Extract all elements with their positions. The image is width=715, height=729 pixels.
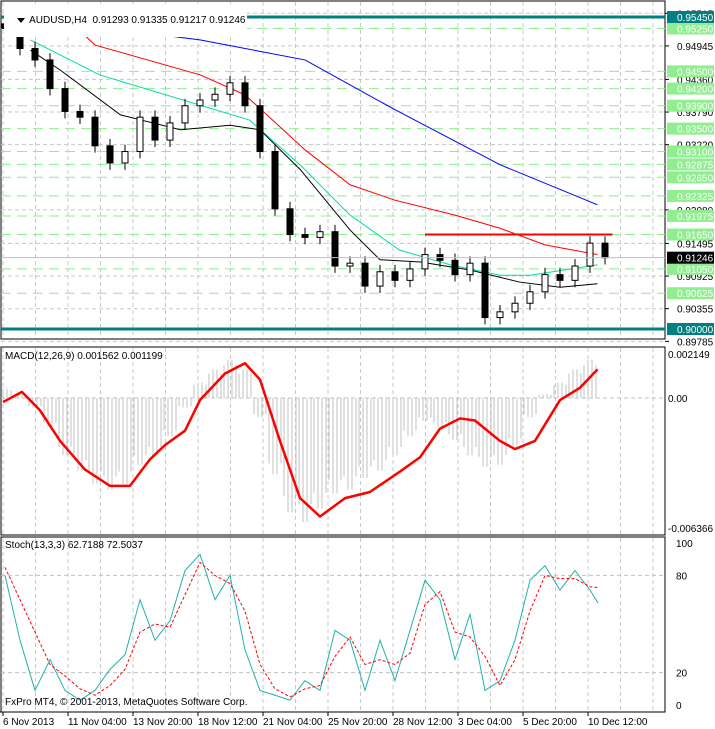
candle bbox=[181, 105, 189, 124]
level-label: 0.94200 bbox=[677, 85, 714, 96]
macd-header: MACD(12,26,9) 0.001562 0.001199 bbox=[5, 351, 163, 362]
time-axis-label: 10 Dec 12:00 bbox=[588, 717, 648, 728]
candle bbox=[226, 82, 234, 95]
candle bbox=[481, 262, 489, 319]
candle bbox=[541, 274, 549, 293]
time-axis-label: 13 Nov 20:00 bbox=[133, 717, 193, 728]
candle bbox=[31, 47, 39, 61]
time-axis-label: 5 Dec 20:00 bbox=[523, 717, 577, 728]
candle bbox=[451, 259, 459, 276]
low-value: 0.91217 bbox=[170, 15, 207, 26]
candle bbox=[286, 208, 294, 236]
candle bbox=[151, 116, 159, 141]
candle bbox=[91, 116, 99, 147]
time-axis-label: 11 Nov 04:00 bbox=[68, 717, 127, 728]
level-label: 0.92325 bbox=[677, 192, 714, 203]
price-axis-label: 0.90355 bbox=[677, 305, 714, 316]
level-label: 0.91050 bbox=[677, 265, 714, 276]
candle bbox=[271, 151, 279, 210]
time-axis-label: 21 Nov 04:00 bbox=[263, 717, 323, 728]
candle bbox=[361, 262, 369, 287]
stoch-axis-label: 80 bbox=[676, 571, 688, 582]
level-label: 0.93100 bbox=[677, 148, 714, 159]
open-value: 0.91293 bbox=[92, 15, 129, 26]
macd-axis-label: 0.00 bbox=[668, 394, 688, 405]
time-axis-label: 28 Nov 12:00 bbox=[393, 717, 453, 728]
key-level-label: 0.90000 bbox=[677, 325, 714, 336]
candle bbox=[376, 271, 384, 287]
candle bbox=[196, 99, 204, 107]
stoch-axis-label: 100 bbox=[676, 539, 693, 550]
candle bbox=[166, 122, 174, 141]
level-label: 0.92650 bbox=[677, 173, 714, 184]
candle bbox=[571, 265, 579, 281]
level-label: 0.93900 bbox=[677, 102, 714, 113]
stoch-axis-label: 20 bbox=[676, 669, 688, 680]
bid-price-label: 0.91246 bbox=[677, 254, 714, 265]
time-axis-label: 6 Nov 2013 bbox=[3, 717, 55, 728]
stoch-header: Stoch(13,3,3) 62.7188 72.5037 bbox=[5, 540, 143, 551]
macd-axis-label: 0.002149 bbox=[668, 350, 710, 361]
symbol-label: AUDUSD,H4 bbox=[29, 15, 87, 26]
candle bbox=[331, 231, 339, 267]
main-chart-header: AUDUSD,H4 0.91293 0.91335 0.91217 0.9124… bbox=[4, 4, 248, 37]
candle bbox=[316, 231, 324, 238]
level-label: 0.93500 bbox=[677, 125, 714, 136]
candle bbox=[526, 291, 534, 304]
stoch-axis-label: 0 bbox=[676, 701, 682, 712]
chart-window: 0.955150.949450.943600.937900.932200.920… bbox=[0, 0, 715, 729]
level-label: 0.90625 bbox=[677, 289, 714, 300]
time-axis-label: 25 Nov 20:00 bbox=[328, 717, 388, 728]
key-level-label: 0.95450 bbox=[677, 13, 714, 24]
trading-chart[interactable]: 0.955150.949450.943600.937900.932200.920… bbox=[0, 0, 715, 729]
candle bbox=[391, 271, 399, 281]
level-label: 0.95250 bbox=[677, 24, 714, 35]
candle bbox=[106, 145, 114, 164]
candle bbox=[76, 110, 84, 118]
candle bbox=[301, 234, 309, 238]
copyright-text: FxPro MT4, © 2001-2013, MetaQuotes Softw… bbox=[5, 697, 248, 708]
candle bbox=[121, 151, 129, 164]
candle bbox=[406, 268, 414, 281]
high-value: 0.91335 bbox=[131, 15, 168, 26]
level-label: 0.92875 bbox=[677, 160, 714, 171]
level-label: 0.94500 bbox=[677, 67, 714, 78]
candle bbox=[136, 116, 144, 153]
dropdown-triangle-icon[interactable] bbox=[17, 17, 26, 23]
candle bbox=[511, 302, 519, 313]
candle bbox=[346, 262, 354, 267]
time-axis-label: 3 Dec 04:00 bbox=[458, 717, 512, 728]
candle bbox=[421, 254, 429, 270]
candle bbox=[256, 105, 264, 153]
level-label: 0.91975 bbox=[677, 212, 714, 223]
level-label: 0.91650 bbox=[677, 231, 714, 242]
time-axis-label: 18 Nov 12:00 bbox=[198, 717, 258, 728]
candle bbox=[211, 93, 219, 101]
candle bbox=[466, 262, 474, 276]
candle bbox=[46, 59, 54, 90]
candle bbox=[241, 82, 249, 107]
price-axis-label: 0.89785 bbox=[677, 337, 714, 348]
macd-axis-label: -0.006366 bbox=[668, 524, 713, 535]
candle bbox=[601, 242, 609, 259]
price-axis-label: 0.94945 bbox=[677, 42, 714, 53]
close-value: 0.91246 bbox=[209, 15, 246, 26]
candle bbox=[61, 88, 69, 112]
candle bbox=[556, 274, 564, 281]
candle bbox=[496, 311, 504, 319]
candle bbox=[586, 242, 594, 267]
